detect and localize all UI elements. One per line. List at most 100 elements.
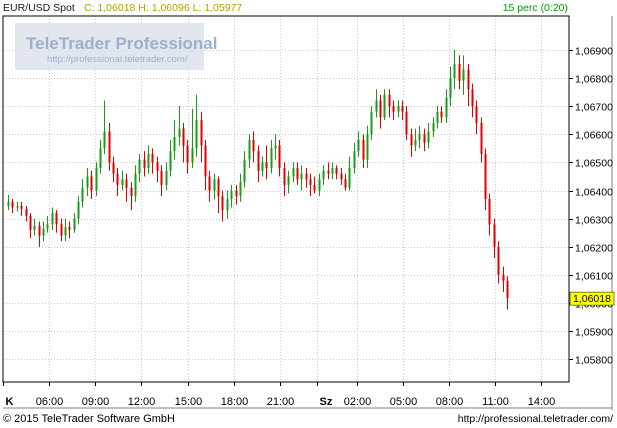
candle-body — [186, 145, 189, 163]
candle-body — [257, 151, 260, 171]
candle-body — [353, 151, 356, 169]
candle — [178, 106, 181, 146]
candle-body — [95, 168, 98, 191]
candle-body — [143, 159, 146, 169]
candle-body — [388, 94, 391, 107]
candle — [20, 201, 23, 216]
chart-window: EUR/USD Spot C: 1,06018 H: 1,06096 L: 1,… — [0, 0, 617, 428]
candles — [7, 49, 509, 310]
candle — [147, 145, 150, 174]
y-tick-label: 1,06800 — [575, 74, 613, 86]
candle-body — [278, 145, 281, 169]
candle — [445, 89, 448, 123]
candle — [427, 122, 430, 149]
candle-body — [235, 190, 238, 197]
candle-body — [217, 179, 220, 197]
candle-body — [169, 151, 172, 171]
candle-body — [55, 213, 58, 225]
candle-body — [112, 162, 115, 174]
candle-body — [375, 100, 378, 112]
candle-body — [42, 228, 45, 236]
candle — [68, 221, 71, 239]
candle-body — [200, 120, 203, 146]
watermark-url: http://professional.teletrader.com/ — [47, 54, 188, 65]
candle — [462, 55, 465, 95]
candle — [397, 100, 400, 118]
candle-body — [467, 69, 470, 90]
candle-body — [160, 170, 163, 185]
candle — [151, 148, 154, 174]
candle — [173, 120, 176, 160]
candle — [116, 168, 119, 197]
x-tick-label: 08:00 — [436, 396, 464, 408]
candle — [296, 162, 299, 185]
candle-body — [436, 111, 439, 123]
candle — [16, 201, 19, 212]
candle — [436, 106, 439, 129]
y-tick-label: 1,06500 — [575, 158, 613, 170]
x-tick-label: 06:00 — [36, 396, 64, 408]
candle-body — [191, 148, 194, 163]
candle — [292, 162, 295, 183]
candle-body — [7, 201, 10, 207]
candle-body — [335, 168, 338, 174]
y-tick-label: 1,05900 — [575, 327, 613, 339]
grid — [3, 16, 569, 382]
x-tick-label: 05:00 — [390, 396, 418, 408]
candle-body — [370, 111, 373, 135]
candle-body — [29, 215, 32, 230]
candle-body — [292, 168, 295, 177]
candle — [143, 151, 146, 177]
y-tick-label: 1,06300 — [575, 215, 613, 227]
candle — [103, 100, 106, 154]
candle-body — [68, 227, 71, 230]
y-tick-label: 1,06400 — [575, 187, 613, 199]
candle — [287, 170, 290, 194]
candle-body — [283, 168, 286, 185]
candle — [108, 122, 111, 171]
candle-body — [46, 224, 49, 229]
candle-body — [497, 246, 500, 276]
candle-body — [427, 131, 430, 143]
candle — [344, 173, 347, 191]
candle-body — [348, 168, 351, 188]
candle — [488, 193, 491, 236]
candle-body — [296, 168, 299, 180]
candle-body — [226, 199, 229, 211]
candle-body — [401, 106, 404, 112]
candle-body — [397, 106, 400, 112]
candle-body — [261, 162, 264, 171]
candle-body — [33, 225, 36, 230]
candle — [243, 151, 246, 188]
candle — [64, 218, 67, 242]
candle-body — [221, 196, 224, 211]
candle — [86, 168, 89, 197]
candle — [169, 139, 172, 177]
plot-frame — [2, 15, 570, 383]
candle-body — [305, 173, 308, 180]
candle — [77, 196, 80, 225]
candle-body — [11, 201, 14, 208]
candle-body — [379, 100, 382, 118]
footer-url-link[interactable]: http://professional.teletrader.com/ — [458, 413, 613, 425]
candle-body — [103, 131, 106, 149]
candle-body — [322, 170, 325, 180]
candle — [165, 162, 168, 191]
candle-body — [313, 184, 316, 191]
candle — [217, 176, 220, 214]
candle-body — [453, 63, 456, 78]
candle-body — [331, 168, 334, 174]
candle-body — [86, 176, 89, 188]
last-price-label: 1,06018 — [573, 293, 611, 305]
y-axis: 1,058001,059001,060001,061001,062001,063… — [569, 46, 615, 367]
candle-body — [344, 179, 347, 188]
candle — [182, 122, 185, 163]
candle — [313, 176, 316, 194]
candle — [353, 142, 356, 174]
candle — [379, 94, 382, 129]
candle-body — [173, 137, 176, 152]
y-tick-label: 1,06200 — [575, 243, 613, 255]
candle — [130, 182, 133, 211]
candle-body — [73, 218, 76, 230]
candle-body — [213, 179, 216, 191]
